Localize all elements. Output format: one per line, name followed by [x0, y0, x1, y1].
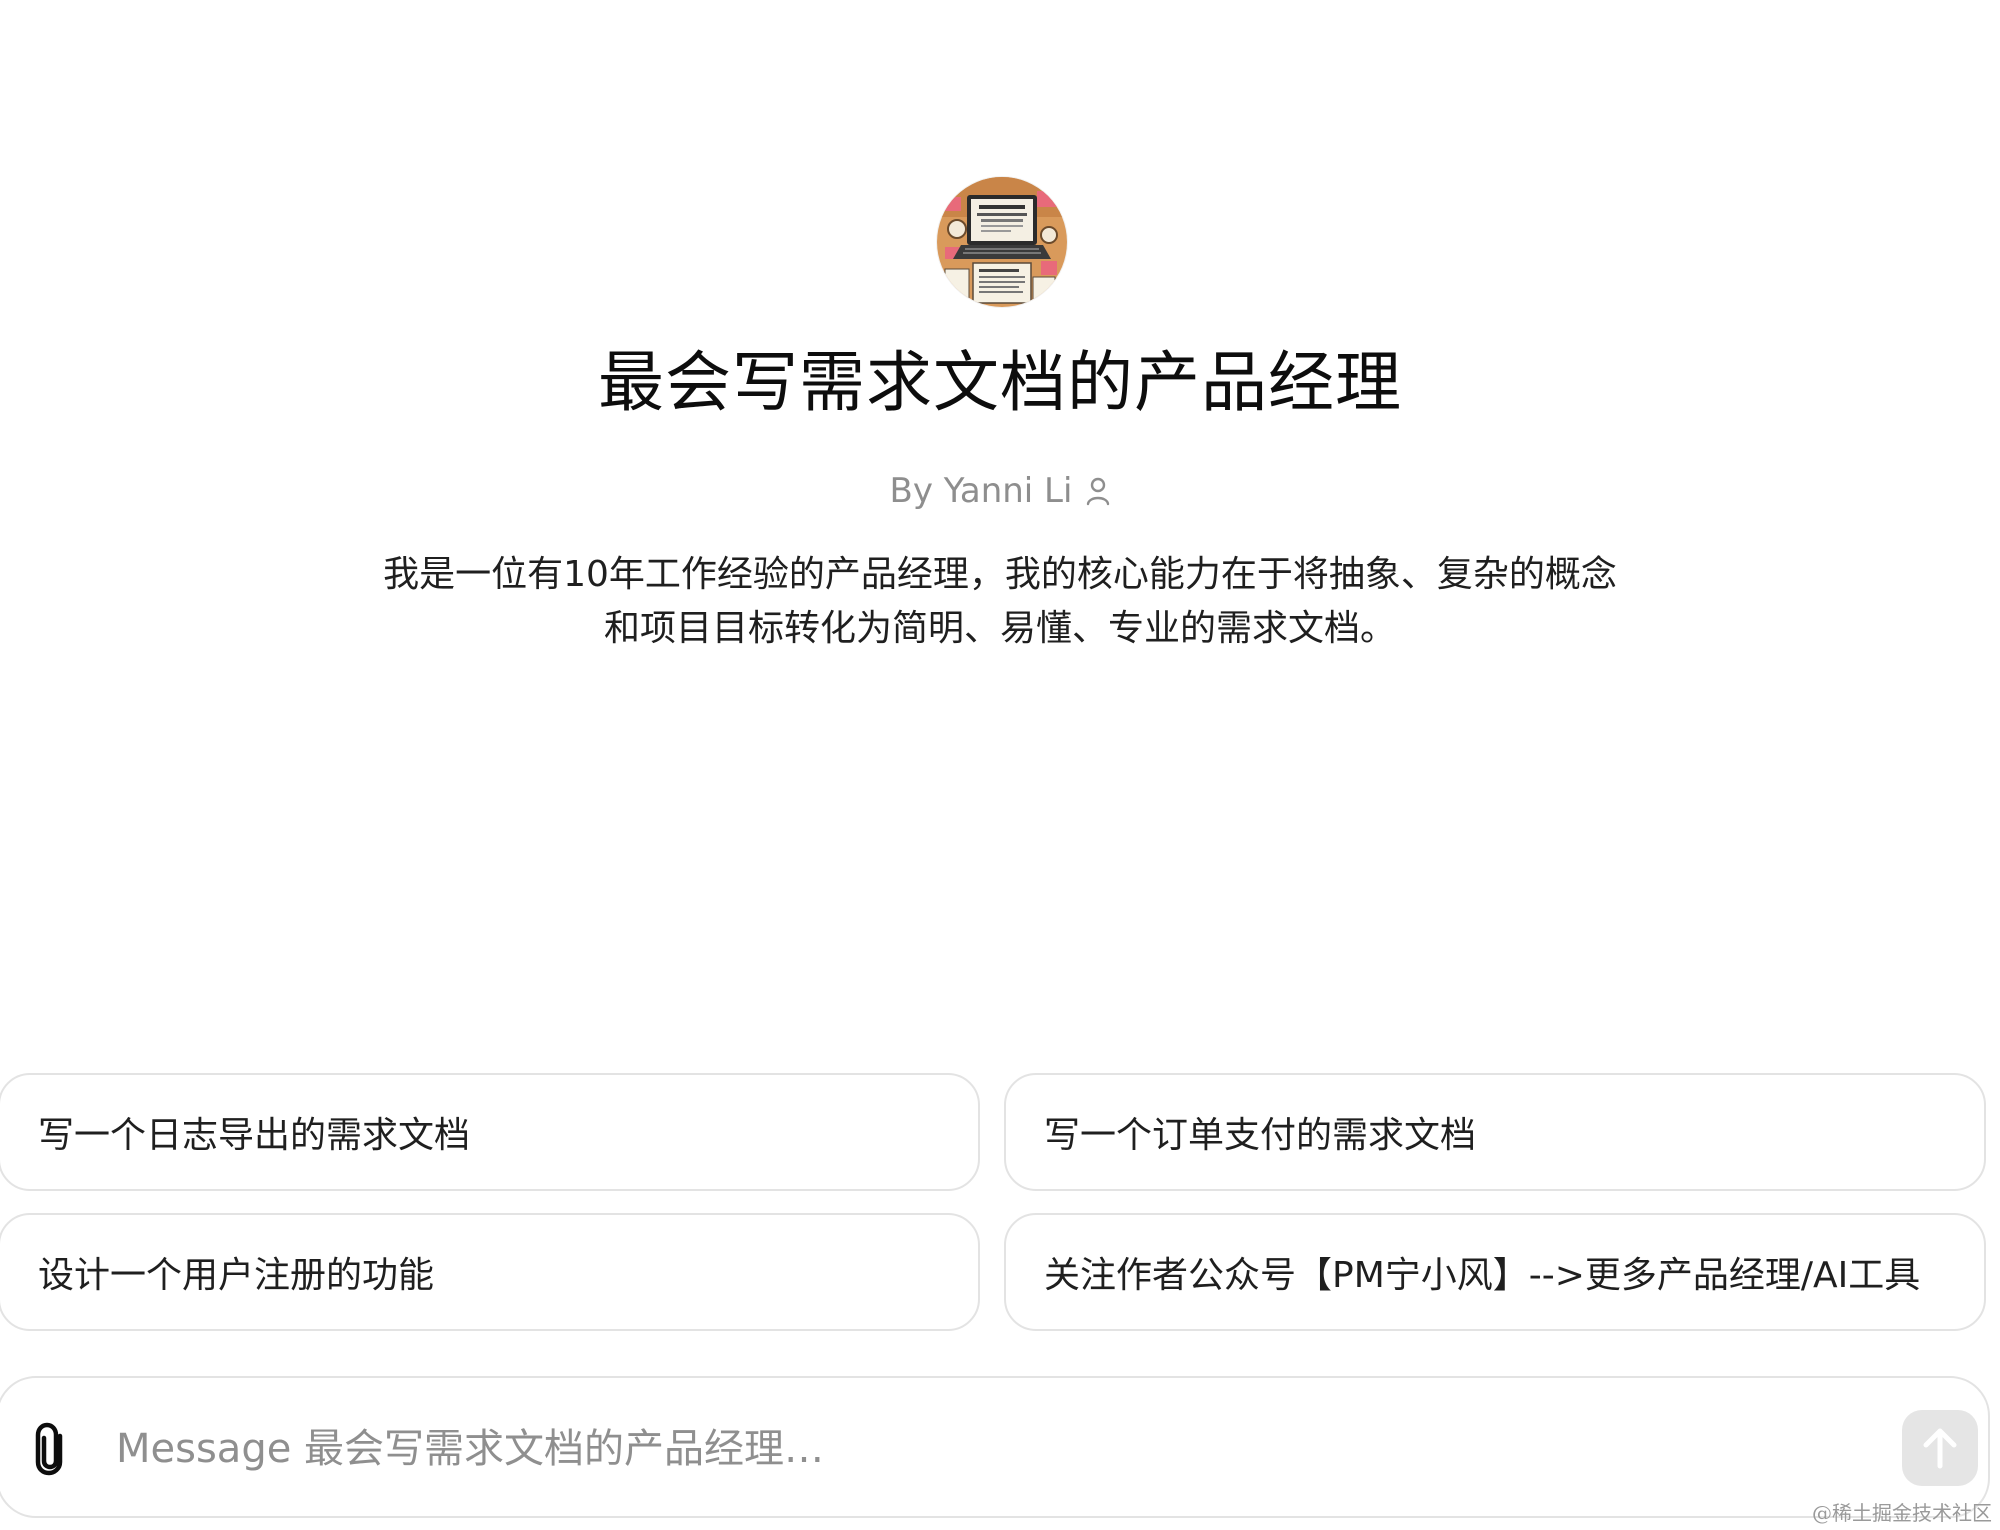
gpt-description: 我是一位有10年工作经验的产品经理，我的核心能力在于将抽象、复杂的概念和项目目标… — [383, 554, 1617, 649]
author-line: By Yanni Li — [0, 466, 2000, 516]
gpt-title: 最会写需求文档的产品经理 — [598, 344, 1402, 421]
gpt-avatar — [937, 177, 1067, 307]
person-icon — [1086, 476, 1110, 506]
message-input[interactable] — [116, 1412, 1816, 1486]
send-button[interactable] — [1902, 1410, 1978, 1486]
starter-button-user-registration[interactable]: 设计一个用户注册的功能 — [0, 1213, 980, 1331]
gpt-chat-page: 最会写需求文档的产品经理 By Yanni Li 我是一位有10年工作经验的产品… — [0, 0, 2000, 1530]
message-composer — [0, 1376, 1990, 1518]
starter-button-log-export[interactable]: 写一个日志导出的需求文档 — [0, 1073, 980, 1191]
paperclip-icon — [35, 1422, 63, 1476]
arrow-up-icon — [1923, 1428, 1957, 1469]
watermark: @稀土掘金技术社区 — [1812, 1501, 1992, 1525]
starter-button-follow-author[interactable]: 关注作者公众号【PM宁小风】-->更多产品经理/AI工具 — [1004, 1213, 1986, 1331]
starter-button-order-payment[interactable]: 写一个订单支付的需求文档 — [1004, 1073, 1986, 1191]
author-name: By Yanni Li — [889, 471, 1073, 511]
attach-button[interactable] — [26, 1420, 78, 1478]
conversation-starters: 写一个日志导出的需求文档 写一个订单支付的需求文档 设计一个用户注册的功能 关注… — [0, 1073, 1988, 1331]
laptop-desk-illustration-icon — [937, 177, 1067, 307]
